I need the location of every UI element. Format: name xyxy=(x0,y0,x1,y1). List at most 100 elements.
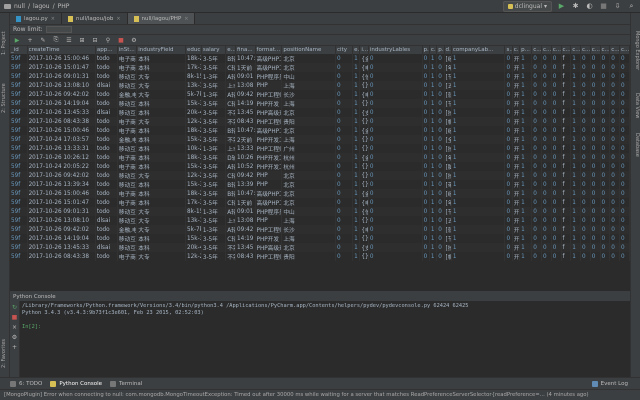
table-cell[interactable]: 1-3年 xyxy=(201,72,227,81)
table-cell[interactable]: 本科 xyxy=(136,63,187,72)
table-cell[interactable]: 0 xyxy=(531,234,543,243)
table-cell[interactable]: 0 xyxy=(619,162,630,171)
table-cell[interactable]: 0 xyxy=(531,72,543,81)
table-cell[interactable]: 0 xyxy=(619,99,630,108)
stop-icon[interactable]: ■ xyxy=(12,314,18,321)
collapse-icon[interactable]: ⊟ xyxy=(91,36,99,44)
table-cell[interactable]: [五险一金, 年 xyxy=(444,81,452,90)
table-cell[interactable]: 1 xyxy=(451,162,506,171)
table-cell[interactable]: 15k-30k xyxy=(185,99,202,108)
table-cell[interactable]: 0 xyxy=(541,207,552,216)
table-cell[interactable]: 1 xyxy=(352,108,361,117)
table-cell[interactable]: 13k-18k xyxy=(185,216,202,225)
table-cell[interactable]: 0 xyxy=(422,153,430,162)
tool-mongo-explorer[interactable]: Mongo Explorer xyxy=(634,31,640,70)
table-cell[interactable]: PHP程序员 xyxy=(255,72,283,81)
table-cell[interactable]: 0 xyxy=(551,153,562,162)
table-cell[interactable]: 上市公司 xyxy=(225,144,237,153)
table-cell[interactable]: 1 xyxy=(519,198,533,207)
table-cell[interactable]: 0 xyxy=(619,81,630,90)
table-cell[interactable]: 0 xyxy=(551,135,562,144)
table-cell[interactable]: 0 xyxy=(368,162,423,171)
table-cell[interactable]: 1 xyxy=(570,162,582,171)
table-cell[interactable]: 杭州 xyxy=(281,153,336,162)
table-cell[interactable]: f xyxy=(561,90,572,99)
table-cell[interactable]: 0 xyxy=(600,243,611,252)
table-cell[interactable]: 0 xyxy=(422,207,430,216)
table-cell[interactable]: 1 xyxy=(352,225,361,234)
table-cell[interactable]: 2017-10-26 14:19:04 xyxy=(27,99,96,108)
table-cell[interactable]: 1 xyxy=(352,99,361,108)
table-cell[interactable]: 0 xyxy=(504,252,513,261)
table-row[interactable]: 59f2017-10-26 08:43:38todo电子商务,移动互联网大专12… xyxy=(10,117,630,126)
table-cell[interactable]: [脑白乐的新员 xyxy=(444,162,452,171)
table-cell[interactable]: 1 xyxy=(352,117,361,126)
table-cell[interactable]: 0 xyxy=(580,99,591,108)
table-cell[interactable]: 08:43 xyxy=(235,117,256,126)
table-cell[interactable]: 0 xyxy=(504,234,513,243)
table-cell[interactable]: 0 xyxy=(436,99,445,108)
table-cell[interactable]: 0 xyxy=(580,234,591,243)
table-cell[interactable]: 1 xyxy=(429,90,438,99)
table-cell[interactable]: 1 xyxy=(570,153,582,162)
table-cell[interactable]: 本科 xyxy=(136,198,187,207)
table-cell[interactable]: 1 xyxy=(451,126,506,135)
table-cell[interactable]: 贵阳 xyxy=(281,252,336,261)
table-cell[interactable]: 1 xyxy=(570,180,582,189)
table-cell[interactable]: {金融, 信息安全, Ja xyxy=(359,126,369,135)
table-cell[interactable]: 1 xyxy=(570,90,582,99)
table-cell[interactable]: 2017-10-26 09:42:02 xyxy=(27,90,96,99)
table-cell[interactable]: 1 xyxy=(352,72,361,81)
table-cell[interactable]: 0 xyxy=(541,81,552,90)
table-cell[interactable]: 0 xyxy=(368,216,423,225)
table-cell[interactable]: 0 xyxy=(368,153,423,162)
table-cell[interactable]: PHP高级开发工程师 xyxy=(255,108,283,117)
table-cell[interactable]: 大专 xyxy=(136,72,187,81)
table-row[interactable]: 59f2017-10-26 14:19:04todo移动互联网本科15k-30k… xyxy=(10,234,630,243)
table-cell[interactable]: 0 xyxy=(504,216,513,225)
table-cell[interactable]: 2017-10-26 09:01:31 xyxy=(27,72,96,81)
table-cell[interactable]: 0 xyxy=(504,126,513,135)
table-cell[interactable]: 0 xyxy=(504,54,513,63)
table-cell[interactable]: 17k-30k xyxy=(185,63,202,72)
table-cell[interactable]: 0 xyxy=(436,72,445,81)
table-cell[interactable]: [年底双薪, 带 xyxy=(444,153,452,162)
table-cell[interactable]: 开 xyxy=(512,162,521,171)
table-cell[interactable]: 0 xyxy=(531,135,543,144)
table-cell[interactable]: 1 xyxy=(570,252,582,261)
table-cell[interactable]: 13:33 xyxy=(235,144,256,153)
table-cell[interactable]: 0 xyxy=(609,162,621,171)
table-cell[interactable]: 1 xyxy=(352,243,361,252)
column-header[interactable]: e... xyxy=(352,46,361,54)
table-cell[interactable]: 0 xyxy=(531,54,543,63)
table-cell[interactable]: 上海 xyxy=(281,99,336,108)
column-header[interactable]: c... xyxy=(512,46,521,54)
table-cell[interactable]: 3-5年 xyxy=(201,171,227,180)
table-cell[interactable]: 0 xyxy=(541,243,552,252)
table-cell[interactable]: 2017-10-26 13:45:33 xyxy=(27,108,96,117)
table-cell[interactable]: 0 xyxy=(600,225,611,234)
table-cell[interactable]: 1天前 xyxy=(235,198,256,207)
table-cell[interactable]: 0 xyxy=(609,99,621,108)
table-cell[interactable]: 北京 xyxy=(281,171,336,180)
table-cell[interactable]: 1 xyxy=(570,135,582,144)
table-cell[interactable]: 0 xyxy=(551,216,562,225)
table-cell[interactable]: 2017-10-26 14:19:04 xyxy=(27,234,96,243)
table-cell[interactable]: 开 xyxy=(512,234,521,243)
table-cell[interactable]: 1 xyxy=(352,126,361,135)
table-cell[interactable]: 59f xyxy=(10,252,28,261)
table-cell[interactable]: 18k-28k xyxy=(185,126,202,135)
debug-icon[interactable]: ✱ xyxy=(571,2,580,11)
table-cell[interactable]: 贵阳 xyxy=(281,117,336,126)
table-cell[interactable]: 1 xyxy=(519,153,533,162)
table-cell[interactable]: {信息安全, 高级, Ja xyxy=(359,207,369,216)
table-cell[interactable]: 3-5年 xyxy=(201,243,227,252)
column-header[interactable]: c... xyxy=(580,46,591,54)
table-cell[interactable]: 59f xyxy=(10,189,28,198)
table-cell[interactable]: PHP xyxy=(255,171,283,180)
close-icon[interactable]: × xyxy=(116,16,120,22)
table-cell[interactable]: 0 xyxy=(422,171,430,180)
table-cell[interactable]: 0 xyxy=(619,171,630,180)
table-cell[interactable]: 1 xyxy=(451,99,506,108)
column-header[interactable]: i... xyxy=(359,46,369,54)
